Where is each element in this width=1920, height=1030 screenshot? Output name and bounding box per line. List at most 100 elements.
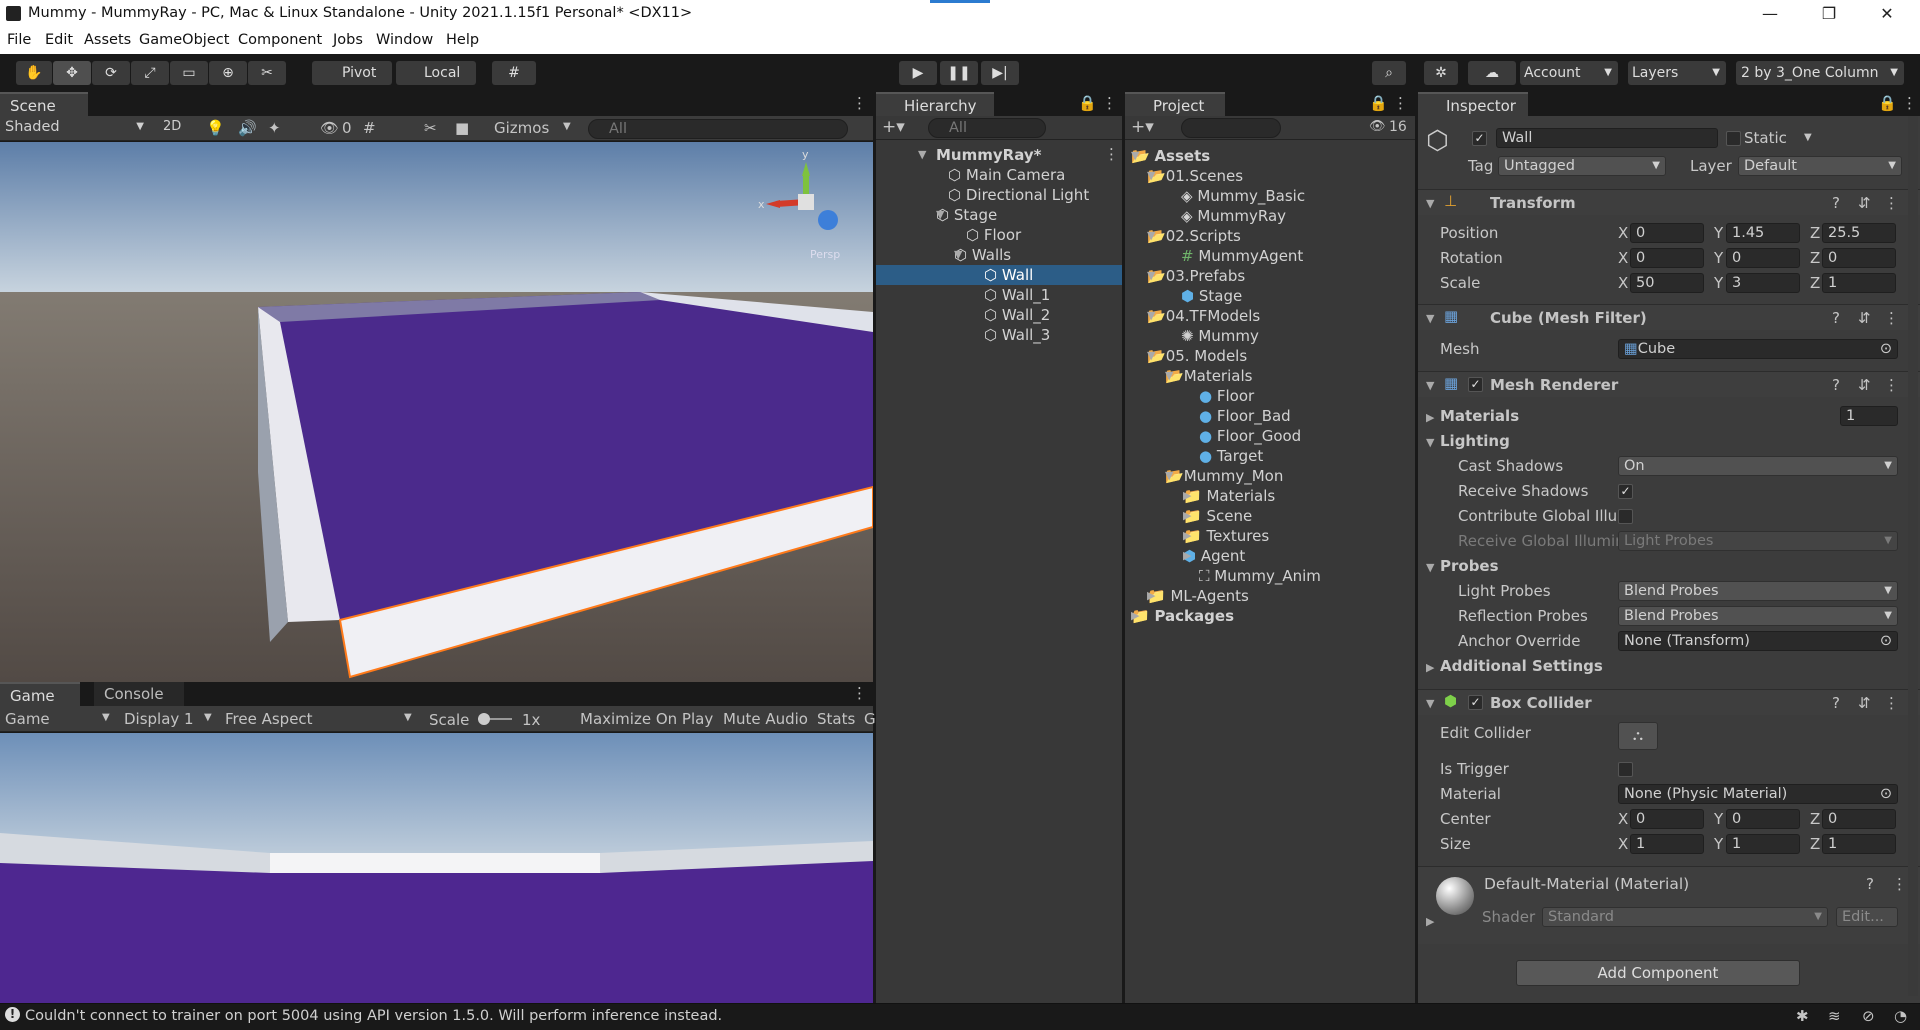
box-collider-enabled-checkbox[interactable]: ✓ (1468, 695, 1483, 710)
probes-foldout[interactable]: Probes (1440, 557, 1499, 575)
cache-icon[interactable]: ≋ (1828, 1007, 1841, 1025)
materials-count-field[interactable]: 1 (1840, 406, 1898, 426)
collab-icon[interactable]: ✲ (1424, 61, 1458, 85)
object-picker-icon[interactable]: ⊙ (1880, 785, 1892, 803)
stats-toggle[interactable]: Stats (817, 710, 855, 728)
project-item[interactable]: ▼ 📂01.Scenes (1147, 166, 1243, 186)
size-x-field[interactable]: 1 (1630, 834, 1704, 854)
kebab-menu-icon[interactable]: ⋮ (1104, 145, 1119, 163)
help-icon[interactable]: ? (1832, 309, 1840, 327)
pause-button[interactable]: ❚❚ (940, 61, 978, 85)
help-icon[interactable]: ? (1866, 875, 1874, 893)
layout-dropdown[interactable]: 2 by 3_One Column ▼ (1736, 61, 1904, 85)
project-item[interactable]: ✺ Mummy (1181, 326, 1259, 346)
hierarchy-item-selected[interactable]: ⬡ Wall (876, 265, 1122, 285)
contribute-gi-checkbox[interactable] (1618, 509, 1633, 524)
shading-mode-dropdown[interactable]: Shaded ▼ (0, 118, 148, 138)
inspector-scrollbar[interactable] (1908, 116, 1918, 996)
move-tool-icon[interactable]: ✥ (53, 61, 91, 85)
mesh-field[interactable]: ▦Cube ⊙ (1618, 339, 1898, 359)
project-item[interactable]: ▼ 📂02.Scripts (1147, 226, 1241, 246)
hierarchy-item[interactable]: ⬡ Wall_3 (984, 325, 1050, 345)
rotation-x-field[interactable]: 0 (1630, 248, 1704, 268)
help-icon[interactable]: ? (1832, 194, 1840, 212)
project-item[interactable]: ● Floor (1199, 386, 1254, 406)
project-item[interactable]: ⬢ Stage (1181, 286, 1242, 306)
debug-icon[interactable]: ✱ (1796, 1007, 1809, 1025)
project-item[interactable]: ▼ 📂05. Models (1147, 346, 1247, 366)
project-item[interactable]: ▶ ⬢ Agent (1183, 546, 1245, 566)
additional-settings-foldout[interactable]: Additional Settings (1440, 657, 1603, 675)
project-search-input[interactable] (1181, 118, 1281, 138)
scale-slider-handle[interactable] (478, 713, 490, 725)
tools-icon[interactable]: ✂ (424, 119, 437, 137)
kebab-menu-icon[interactable]: ⋮ (1884, 194, 1899, 212)
rect-tool-icon[interactable]: ▭ (170, 61, 208, 85)
size-z-field[interactable]: 1 (1822, 834, 1896, 854)
size-y-field[interactable]: 1 (1726, 834, 1800, 854)
object-picker-icon[interactable]: ⊙ (1880, 340, 1892, 358)
active-checkbox[interactable]: ✓ (1472, 131, 1487, 146)
tab-project[interactable]: Project (1125, 92, 1225, 116)
hierarchy-search-input[interactable]: All (928, 118, 1046, 138)
menu-assets[interactable]: Assets (84, 32, 131, 48)
orientation-gizmo[interactable]: y x Persp (758, 148, 848, 261)
local-toggle[interactable]: Local (396, 61, 476, 85)
project-item[interactable]: # MummyAgent (1181, 246, 1303, 266)
hierarchy-item[interactable]: ⬡ Directional Light (948, 185, 1089, 205)
project-item[interactable]: ▼ 📂03.Prefabs (1147, 266, 1245, 286)
menu-help[interactable]: Help (446, 32, 479, 48)
lock-icon[interactable]: 🔒 (1878, 94, 1897, 112)
auto-gen-lighting-icon[interactable]: ⊘ (1862, 1007, 1875, 1025)
kebab-menu-icon[interactable]: ⋮ (1884, 376, 1899, 394)
game-mode-dropdown[interactable]: Game (5, 710, 50, 728)
object-picker-icon[interactable]: ⊙ (1880, 632, 1892, 650)
box-collider-header[interactable]: ▼ ⬢ ✓ Box Collider ? ⇵ ⋮ (1418, 689, 1920, 715)
tab-hierarchy[interactable]: Hierarchy (876, 92, 994, 116)
lighting-toggle-icon[interactable]: 💡 (206, 119, 225, 137)
lighting-foldout[interactable]: Lighting (1440, 432, 1510, 450)
add-component-button[interactable]: Add Component (1516, 960, 1800, 986)
kebab-menu-icon[interactable]: ⋮ (1102, 94, 1117, 112)
hierarchy-item[interactable]: ⬡ Floor (966, 225, 1021, 245)
center-z-field[interactable]: 0 (1822, 809, 1896, 829)
mesh-renderer-header[interactable]: ▼ ▦ ✓ Mesh Renderer ? ⇵ ⋮ (1418, 371, 1920, 397)
progress-icon[interactable]: ◔ (1894, 1007, 1907, 1025)
kebab-menu-icon[interactable]: ⋮ (1393, 94, 1408, 112)
kebab-menu-icon[interactable]: ⋮ (1892, 875, 1907, 893)
aspect-dropdown[interactable]: Free Aspect (225, 710, 313, 728)
preset-icon[interactable]: ⇵ (1858, 194, 1871, 212)
light-probes-dropdown[interactable]: Blend Probes ▼ (1618, 581, 1898, 601)
scale-x-field[interactable]: 50 (1630, 273, 1704, 293)
project-item[interactable]: ⛶ Mummy_Anim (1199, 566, 1321, 586)
tag-dropdown[interactable]: Untagged ▼ (1498, 156, 1666, 176)
pivot-toggle[interactable]: Pivot (312, 61, 392, 85)
tab-console[interactable]: Console (94, 682, 184, 706)
project-item[interactable]: ● Floor_Bad (1199, 406, 1291, 426)
preset-icon[interactable]: ⇵ (1858, 694, 1871, 712)
project-item[interactable]: ▶ 📁 Textures (1183, 526, 1269, 546)
edit-collider-button[interactable]: ⛬ (1618, 722, 1658, 750)
receive-shadows-checkbox[interactable]: ✓ (1618, 484, 1633, 499)
layer-dropdown[interactable]: Default ▼ (1738, 156, 1902, 176)
reflection-probes-dropdown[interactable]: Blend Probes ▼ (1618, 606, 1898, 626)
shader-dropdown[interactable]: Standard ▼ (1542, 907, 1828, 927)
project-item[interactable]: ▼ 📂Materials (1165, 366, 1252, 386)
mode-2d-toggle[interactable]: 2D (158, 118, 190, 138)
play-button[interactable]: ▶ (899, 61, 937, 85)
effects-toggle-icon[interactable]: ✦ (268, 119, 281, 137)
gizmos-button[interactable]: Gizmos (494, 119, 549, 137)
is-trigger-checkbox[interactable] (1618, 762, 1633, 777)
game-gizmos-toggle[interactable]: G (864, 710, 876, 728)
hidden-packages-icon[interactable]: 👁 (1369, 119, 1386, 134)
game-viewport[interactable] (0, 733, 873, 1003)
hand-tool-icon[interactable]: ✋ (16, 61, 52, 85)
anchor-override-field[interactable]: None (Transform) ⊙ (1618, 631, 1898, 651)
display-dropdown[interactable]: Display 1 (124, 710, 194, 728)
hierarchy-item[interactable]: ⬡ Main Camera (948, 165, 1065, 185)
account-dropdown[interactable]: Account ▼ (1520, 61, 1618, 85)
scene-search-input[interactable]: All (588, 119, 848, 139)
lock-icon[interactable]: 🔒 (1078, 94, 1097, 112)
project-item[interactable]: ● Target (1199, 446, 1263, 466)
menu-jobs[interactable]: Jobs (333, 32, 363, 48)
